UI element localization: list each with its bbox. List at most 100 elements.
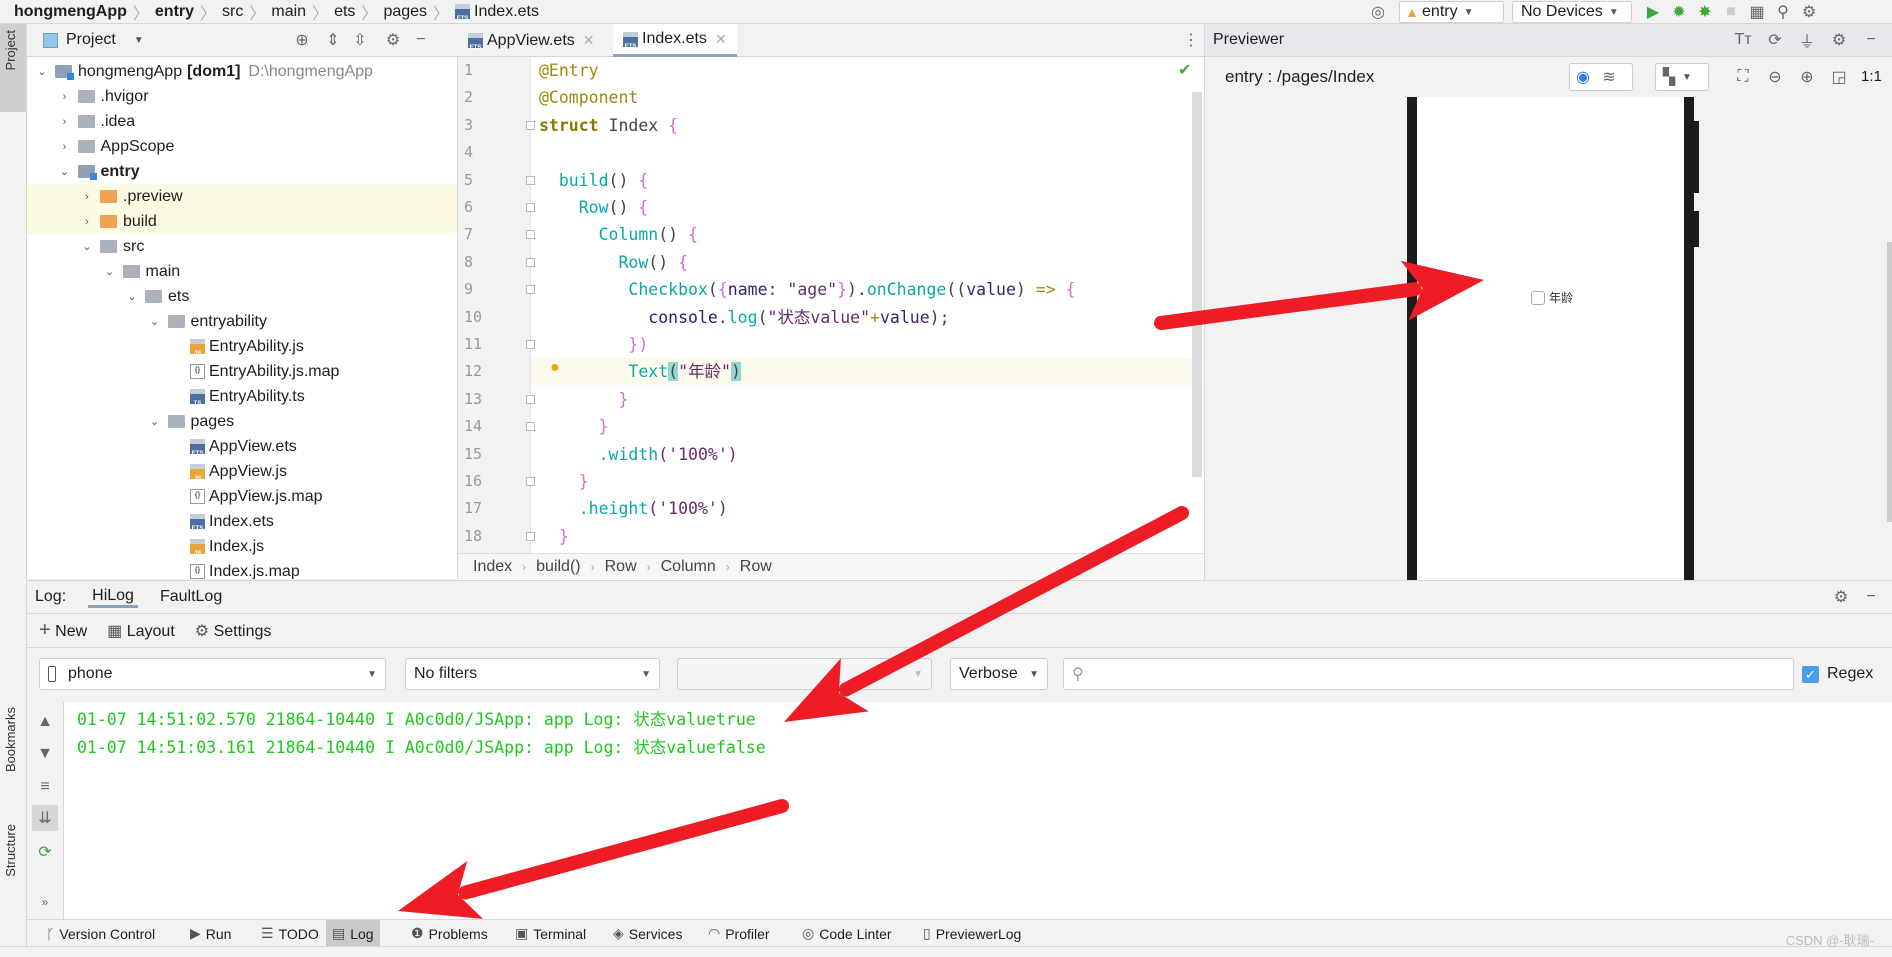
breadcrumb-item[interactable]: entry bbox=[155, 3, 194, 21]
search-icon[interactable]: ⚲ bbox=[1770, 0, 1796, 25]
gear-icon[interactable]: ⚙ bbox=[1826, 27, 1852, 53]
zoom-out-icon[interactable]: ⊖ bbox=[1762, 64, 1788, 90]
stripe-bookmarks-button[interactable]: Bookmarks bbox=[3, 707, 18, 772]
tool-previewerlog[interactable]: ▯ PreviewerLog bbox=[917, 920, 1027, 947]
tool-log[interactable]: ▤ Log bbox=[326, 920, 380, 947]
gear-icon[interactable]: ⚙ bbox=[1828, 584, 1854, 610]
tool-run[interactable]: ▶ Run bbox=[184, 920, 237, 947]
scroll-up-icon[interactable]: ▲ bbox=[32, 709, 58, 735]
gear-icon[interactable]: ⚙ bbox=[380, 27, 406, 53]
chevron-right-icon[interactable]: › bbox=[58, 116, 72, 128]
project-view-select[interactable]: Project bbox=[66, 31, 116, 49]
breadcrumb-item[interactable]: src bbox=[222, 3, 243, 21]
tree-item[interactable]: ETS Index.ets bbox=[27, 509, 457, 534]
expand-all-icon[interactable]: ⇕ bbox=[320, 27, 346, 53]
more-options-icon[interactable]: ⋮ bbox=[1178, 27, 1204, 53]
preview-checkbox[interactable] bbox=[1531, 290, 1545, 305]
code-area[interactable]: @Entry @Component struct Index { build() {… bbox=[458, 57, 1204, 553]
breadcrumb-item[interactable]: hongmengApp bbox=[14, 3, 127, 21]
code-breadcrumb-item[interactable]: Column bbox=[661, 558, 716, 576]
tree-item[interactable]: TS EntryAbility.ts bbox=[27, 384, 457, 409]
tool-problems[interactable]: ❶ Problems bbox=[405, 920, 494, 947]
process-select[interactable]: ▼ bbox=[677, 658, 932, 690]
more-icon[interactable]: » bbox=[32, 889, 58, 915]
tab-appview-ets[interactable]: ETS AppView.ets ✕ bbox=[458, 24, 605, 57]
tree-item[interactable]: {} EntryAbility.js.map bbox=[27, 359, 457, 384]
minimize-icon[interactable]: − bbox=[408, 27, 434, 53]
device-filter-select[interactable]: phone ▼ bbox=[39, 658, 386, 690]
fit-icon[interactable]: ⛶ bbox=[1730, 64, 1756, 90]
minimize-icon[interactable]: − bbox=[1858, 584, 1884, 610]
code-breadcrumb-item[interactable]: Index bbox=[473, 558, 512, 576]
previewer-scrollbar[interactable] bbox=[1887, 242, 1892, 522]
close-icon[interactable]: ✕ bbox=[715, 31, 727, 48]
scroll-to-end-icon[interactable]: ⇊ bbox=[32, 805, 58, 831]
tree-item[interactable]: › .hvigor bbox=[27, 84, 457, 109]
tree-item[interactable]: JS AppView.js bbox=[27, 459, 457, 484]
stripe-structure-button[interactable]: Structure bbox=[3, 824, 18, 877]
inspector-icon[interactable]: ◉ bbox=[1570, 64, 1596, 90]
attach-debugger-icon[interactable]: ✸ bbox=[1692, 0, 1718, 25]
layers-icon[interactable]: ≋ bbox=[1596, 64, 1622, 90]
refresh-icon[interactable]: ⟳ bbox=[1762, 27, 1788, 53]
gear-icon[interactable]: ⚙ bbox=[1796, 0, 1822, 25]
stripe-project-button[interactable]: Project bbox=[0, 24, 26, 112]
regex-checkbox[interactable]: ✓ Regex bbox=[1802, 665, 1873, 683]
breadcrumb-item[interactable]: pages bbox=[383, 3, 427, 21]
code-breadcrumb-item[interactable]: Row bbox=[605, 558, 637, 576]
tree-item[interactable]: ⌄ entryability bbox=[27, 309, 457, 334]
tree-item[interactable]: ⌄ src bbox=[27, 234, 457, 259]
tool-code-linter[interactable]: ◎ Code Linter bbox=[796, 920, 898, 947]
chevron-right-icon[interactable]: › bbox=[80, 216, 94, 228]
tree-item[interactable]: › .preview bbox=[27, 184, 457, 209]
run-config-select[interactable]: ▴ entry ▼ bbox=[1399, 1, 1504, 23]
chevron-down-icon[interactable]: ⌄ bbox=[80, 240, 94, 253]
chevron-down-icon[interactable]: ▼ bbox=[134, 35, 144, 46]
chevron-down-icon[interactable]: ⌄ bbox=[148, 415, 162, 428]
tree-item[interactable]: JS Index.js bbox=[27, 534, 457, 559]
breadcrumb-item[interactable]: ets bbox=[334, 3, 355, 21]
code-breadcrumb-item[interactable]: Row bbox=[740, 558, 772, 576]
log-search-input[interactable]: ⚲ bbox=[1063, 658, 1794, 690]
tree-item[interactable]: ⌄ hongmengApp [dom1] D:\hongmengApp bbox=[27, 59, 457, 84]
chevron-right-icon[interactable]: › bbox=[58, 141, 72, 153]
debug-icon[interactable]: ✹ bbox=[1666, 0, 1692, 25]
stop-icon[interactable]: ■ bbox=[1718, 0, 1744, 25]
tree-item[interactable]: ⌄ pages bbox=[27, 409, 457, 434]
code-editor[interactable]: 1 2 3 4 5 6 7 8 9 10 11 12 13 14 15 16 17 18 @Entry @Compo… bbox=[458, 57, 1204, 553]
tree-item[interactable]: ⌄ main bbox=[27, 259, 457, 284]
minimize-icon[interactable]: − bbox=[1858, 27, 1884, 53]
restart-icon[interactable]: ⟳ bbox=[32, 839, 58, 865]
tree-item[interactable]: {} AppView.js.map bbox=[27, 484, 457, 509]
tree-item[interactable]: ⌄ ets bbox=[27, 284, 457, 309]
scroll-down-icon[interactable]: ▼ bbox=[32, 741, 58, 767]
chevron-down-icon[interactable]: ⌄ bbox=[148, 315, 162, 328]
chevron-down-icon[interactable]: ⌄ bbox=[58, 165, 72, 178]
soft-wrap-icon[interactable]: ≡ bbox=[32, 774, 58, 800]
run-icon[interactable]: ▶ bbox=[1640, 0, 1666, 25]
tab-index-ets[interactable]: ETS Index.ets ✕ bbox=[613, 24, 737, 57]
tab-hilog[interactable]: HiLog bbox=[88, 587, 138, 608]
tree-item[interactable]: ⌄ entry bbox=[27, 159, 457, 184]
log-filter-select[interactable]: No filters ▼ bbox=[405, 658, 660, 690]
tree-item[interactable]: ETS AppView.ets bbox=[27, 434, 457, 459]
settings-button[interactable]: ⚙ Settings bbox=[195, 621, 272, 641]
log-output[interactable]: 01-07 14:51:02.570 21864-10440 I A0c0d0/… bbox=[64, 702, 1892, 919]
editor-scrollbar[interactable] bbox=[1192, 92, 1202, 477]
tree-item[interactable]: JS EntryAbility.js bbox=[27, 334, 457, 359]
tool-terminal[interactable]: ▣ Terminal bbox=[509, 920, 592, 947]
tool-profiler[interactable]: ◠ Profiler bbox=[702, 920, 776, 947]
target-icon[interactable]: ◎ bbox=[1365, 0, 1391, 25]
log-level-select[interactable]: Verbose ▼ bbox=[950, 658, 1048, 690]
font-size-icon[interactable]: Tт bbox=[1730, 27, 1756, 53]
chevron-right-icon[interactable]: › bbox=[58, 91, 72, 103]
breadcrumb-item[interactable]: Index.ets bbox=[474, 3, 539, 21]
tool-version-control[interactable]: ᚴ Version Control bbox=[40, 920, 161, 947]
frame-icon[interactable]: ◲ bbox=[1826, 64, 1852, 90]
plug-icon[interactable]: ⏚ bbox=[1794, 27, 1820, 53]
device-layout-select[interactable]: ▚ ▼ bbox=[1655, 63, 1709, 91]
chevron-down-icon[interactable]: ⌄ bbox=[125, 290, 139, 303]
new-log-button[interactable]: + New bbox=[39, 619, 87, 642]
tree-item[interactable]: {} Index.js.map bbox=[27, 559, 457, 579]
lightbulb-icon[interactable]: ● bbox=[550, 359, 560, 377]
